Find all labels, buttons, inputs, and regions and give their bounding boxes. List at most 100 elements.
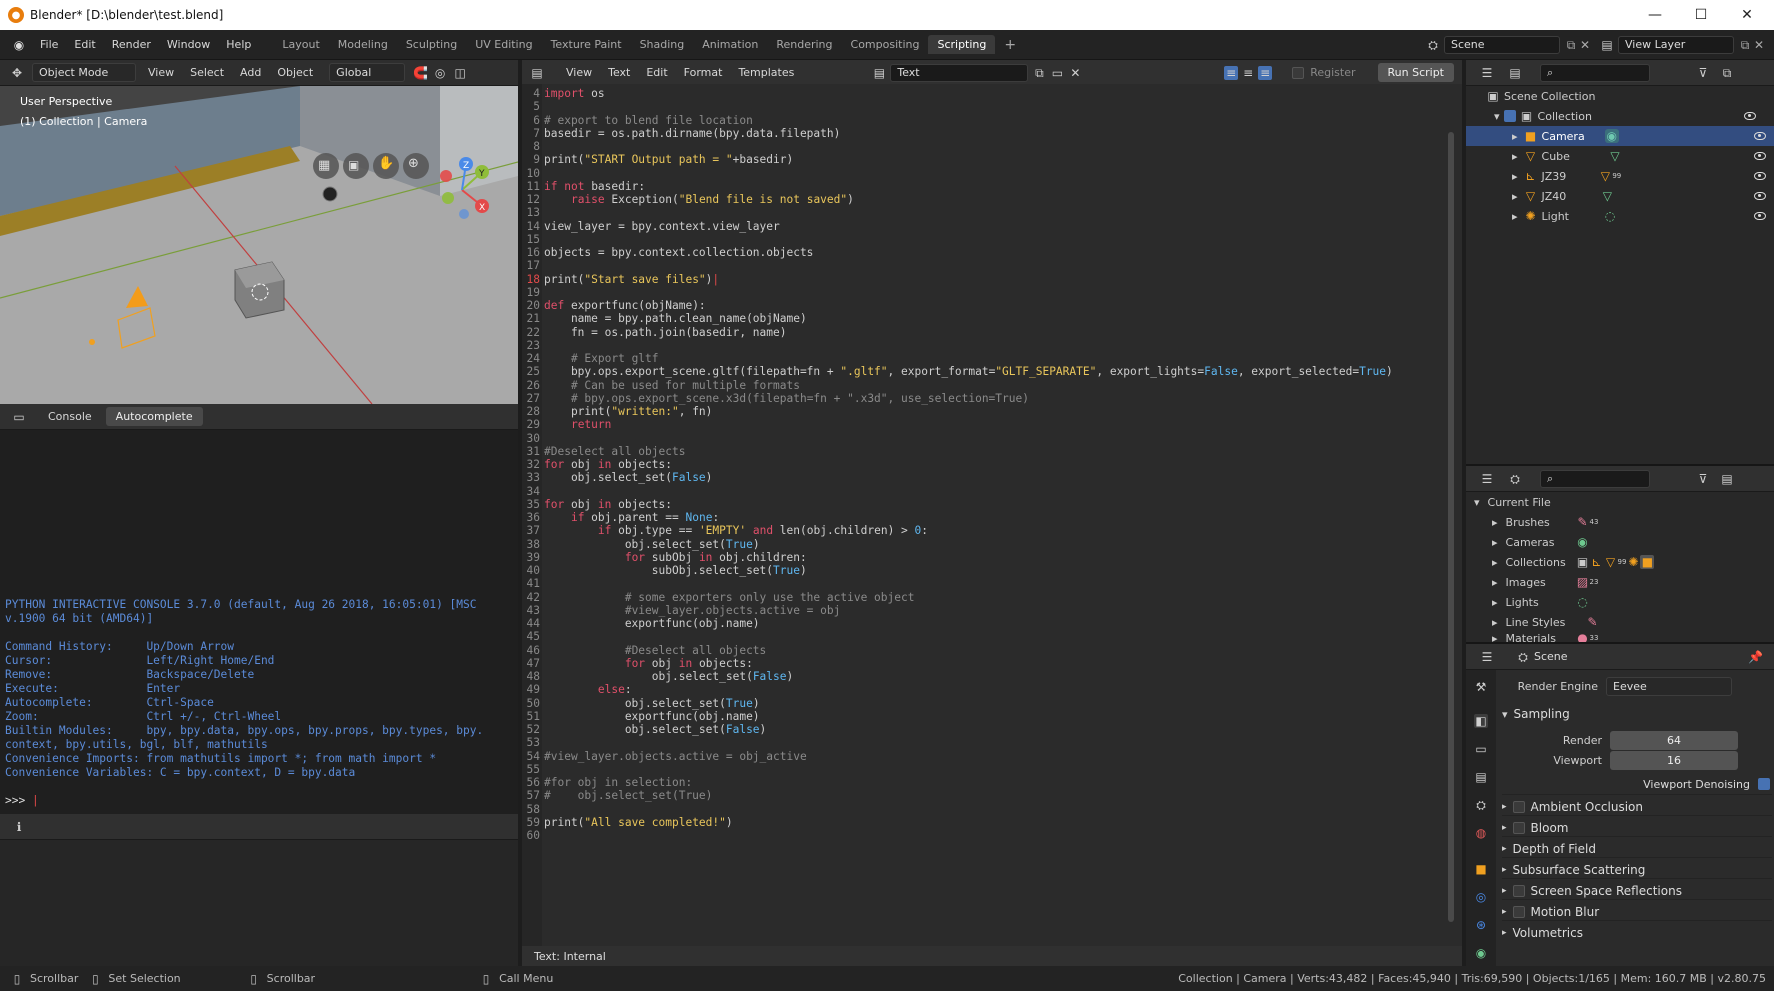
word-wrap-toggle-icon[interactable]: ≡ (1241, 66, 1255, 80)
menu-render[interactable]: Render (104, 38, 159, 51)
console-menu-console[interactable]: Console (40, 410, 100, 423)
text-editor-type-icon[interactable]: ▤ (530, 66, 544, 80)
tab-scripting[interactable]: Scripting (928, 35, 996, 54)
sort-icon[interactable]: ▤ (1720, 472, 1734, 486)
visibility-eye-icon[interactable] (1744, 112, 1756, 120)
sampling-panel-header[interactable]: ▾ Sampling (1502, 702, 1772, 726)
add-workspace-icon[interactable]: + (995, 34, 1025, 56)
visibility-eye-icon[interactable] (1754, 152, 1766, 160)
tool-tab-icon[interactable]: ⚒ (1474, 680, 1488, 694)
text-menu-templates[interactable]: Templates (730, 66, 802, 79)
properties-editor[interactable]: ☰ ⛭ Scene 📌 ⚒ ◧ ▭ ▤ ⛭ ◍ ■ ◎ ⊛ ◉ Render E… (1466, 642, 1774, 966)
expand-arrow-icon[interactable]: ▸ (1492, 616, 1498, 629)
blender-menu-icon[interactable]: ◉ (12, 38, 26, 52)
expand-arrow-icon[interactable]: ▸ (1512, 150, 1518, 163)
tab-rendering[interactable]: Rendering (767, 35, 841, 54)
zoom-icon[interactable]: ⊕ (408, 156, 419, 171)
viewport-denoising-checkbox[interactable] (1758, 778, 1770, 790)
delete-view-layer-icon[interactable]: ✕ (1752, 38, 1766, 52)
transform-orientation-dropdown[interactable]: Global (329, 63, 406, 82)
expand-arrow-icon[interactable]: ▸ (1492, 516, 1498, 529)
outliner-item-cube[interactable]: ▸ ▽ Cube ▽ (1512, 146, 1774, 166)
expand-arrow-icon[interactable]: ▸ (1492, 576, 1498, 589)
tab-texture-paint[interactable]: Texture Paint (542, 35, 631, 54)
physics-tab-icon[interactable]: ◎ (1474, 890, 1488, 904)
unlink-text-icon[interactable]: ✕ (1068, 66, 1082, 80)
expand-arrow-icon[interactable]: ▸ (1492, 536, 1498, 549)
expand-arrow-icon[interactable]: ▸ (1492, 596, 1498, 609)
navigation-gizmo[interactable]: Y X Z (420, 150, 510, 230)
collection-checkbox[interactable] (1503, 110, 1516, 122)
outliner-collection[interactable]: ▾ ▣ Collection (1494, 106, 1764, 126)
render-engine-dropdown[interactable]: Eevee (1606, 676, 1732, 696)
editor-type-icon[interactable]: ✥ (10, 66, 24, 80)
blend-item-brushes[interactable]: ▸ Brushes ✎ 43 (1492, 512, 1774, 532)
tab-modeling[interactable]: Modeling (329, 35, 397, 54)
blend-display-mode-icon[interactable]: ⛭ (1508, 472, 1522, 486)
viewport-menu-object[interactable]: Object (269, 66, 321, 79)
world-tab-icon[interactable]: ◍ (1474, 826, 1488, 840)
menu-edit[interactable]: Edit (66, 38, 103, 51)
blend-item-lights[interactable]: ▸ Lights ◌ (1492, 592, 1774, 612)
delete-scene-icon[interactable]: ✕ (1578, 38, 1592, 52)
close-button[interactable]: ✕ (1724, 0, 1770, 30)
camera-view-icon[interactable]: ▣ (348, 158, 360, 172)
python-console[interactable]: ▭ Console Autocomplete PYTHON INTERACTIV… (0, 404, 518, 814)
filter-icon[interactable]: ⊽ (1696, 472, 1710, 486)
outliner-item-jz40[interactable]: ▸ ▽ JZ40 ▽ (1512, 186, 1774, 206)
panel-enable-checkbox[interactable] (1512, 821, 1525, 834)
expand-arrow-icon[interactable]: ▾ (1494, 110, 1500, 123)
menu-file[interactable]: File (32, 38, 66, 51)
blend-data-browser[interactable]: ☰ ⛭ ⌕ ⊽ ▤ ▾ Current File ▸ Brushes ✎ 43 ▸ Cam… (1466, 464, 1774, 644)
register-checkbox[interactable] (1292, 66, 1305, 79)
blend-editor-icon[interactable]: ☰ (1480, 472, 1494, 486)
scene-icon[interactable]: ⛭ (1426, 38, 1440, 52)
new-scene-icon[interactable]: ⧉ (1564, 38, 1578, 52)
blend-item-collections[interactable]: ▸ Collections ▣ ⊾ ▽ 99 ✺ ■ (1492, 552, 1774, 572)
console-editor-icon[interactable]: ▭ (12, 410, 26, 424)
open-text-icon[interactable]: ▭ (1050, 66, 1064, 80)
viewport-menu-select[interactable]: Select (182, 66, 232, 79)
overlay-icon[interactable]: ◫ (453, 66, 467, 80)
text-menu-edit[interactable]: Edit (638, 66, 675, 79)
snap-icon[interactable]: 🧲 (413, 66, 428, 80)
outliner-item-jz39[interactable]: ▸ ⊾ JZ39 ▽ 99 (1512, 166, 1774, 186)
panel-volumetrics[interactable]: ▸ Volumetrics (1502, 920, 1772, 944)
panel-enable-checkbox[interactable] (1512, 884, 1525, 897)
editor-scrollbar[interactable] (1448, 132, 1454, 922)
info-editor[interactable]: ℹ (0, 814, 518, 966)
blend-item-cameras[interactable]: ▸ Cameras ◉ (1492, 532, 1774, 552)
console-autocomplete-button[interactable]: Autocomplete (105, 407, 203, 426)
mesh-data-icon[interactable]: ▽ (1600, 189, 1614, 203)
outliner-editor-icon[interactable]: ☰ (1480, 66, 1494, 80)
scene-tab-icon[interactable]: ⛭ (1474, 798, 1488, 812)
menu-help[interactable]: Help (218, 38, 259, 51)
output-tab-icon[interactable]: ▭ (1474, 742, 1488, 756)
mode-dropdown[interactable]: Object Mode (32, 63, 136, 82)
tab-layout[interactable]: Layout (273, 35, 328, 54)
text-datablock-icon[interactable]: ▤ (872, 66, 886, 80)
visibility-eye-icon[interactable] (1754, 132, 1766, 140)
pin-icon[interactable]: 📌 (1748, 650, 1763, 664)
expand-arrow-icon[interactable]: ▸ (1492, 556, 1498, 569)
display-mode-icon[interactable]: ▤ (1508, 66, 1522, 80)
tab-shading[interactable]: Shading (631, 35, 694, 54)
tab-compositing[interactable]: Compositing (842, 35, 929, 54)
expand-arrow-icon[interactable]: ▸ (1512, 130, 1518, 143)
tab-animation[interactable]: Animation (693, 35, 767, 54)
3d-viewport[interactable]: ✥ Object Mode View Select Add Object Glo… (0, 60, 518, 404)
visibility-eye-icon[interactable] (1754, 212, 1766, 220)
new-text-icon[interactable]: ⧉ (1032, 66, 1046, 80)
new-view-layer-icon[interactable]: ⧉ (1738, 38, 1752, 52)
outliner[interactable]: ☰ ▤ ⌕ ⊽ ⧉ ▣ Scene Collection ▾ ▣ Collection… (1466, 60, 1774, 464)
data-tab-icon[interactable]: ◉ (1474, 946, 1488, 960)
panel-enable-checkbox[interactable] (1512, 905, 1525, 918)
console-prompt[interactable]: >>> | (5, 794, 483, 808)
tab-uv-editing[interactable]: UV Editing (466, 35, 541, 54)
outliner-search-input[interactable]: ⌕ (1540, 63, 1650, 82)
blend-item-images[interactable]: ▸ Images ▨ 23 (1492, 572, 1774, 592)
text-menu-format[interactable]: Format (676, 66, 731, 79)
light-data-icon[interactable]: ◌ (1603, 209, 1617, 223)
blend-current-file[interactable]: ▾ Current File (1474, 492, 1772, 512)
line-numbers-toggle-icon[interactable]: ≡ (1224, 65, 1239, 80)
